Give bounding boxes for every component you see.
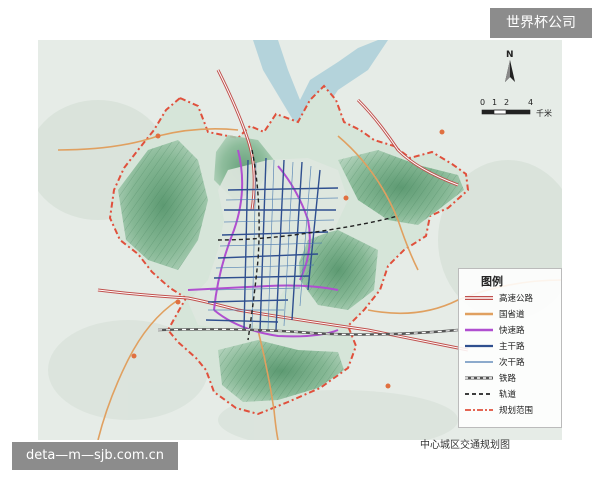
watermark-bottom-left: deta—m—sjb.com.cn [12, 442, 178, 470]
legend-label: 规划范围 [499, 406, 534, 416]
legend-item-fast-road: 快速路 [465, 323, 559, 337]
legend-item-secondary-road: 次干路 [465, 355, 559, 369]
scale-tick-4: 4 [528, 98, 534, 107]
legend-item-main-road: 主干路 [465, 339, 559, 353]
watermark-top-right: 世界杯公司 [490, 8, 592, 38]
legend-item-expressway: 高速公路 [465, 291, 559, 305]
scale-tick-0: 0 [480, 98, 486, 107]
scale-tick-2: 2 [504, 98, 510, 107]
legend-item-railway: 铁路 [465, 371, 559, 385]
legend-label: 主干路 [499, 342, 525, 352]
scale-unit: 千米 [536, 109, 552, 118]
legend-label: 铁路 [499, 374, 517, 384]
legend-label: 国省道 [499, 310, 525, 320]
legend-label: 轨道 [499, 390, 517, 400]
map-caption: 中心城区交通规划图 [420, 440, 510, 451]
map-legend: 图例 高速公路 国省道 快速路 主干路 次干路 铁路 轨道 规划范围 [458, 268, 562, 428]
legend-title: 图例 [481, 275, 503, 288]
legend-label: 快速路 [499, 326, 525, 336]
legend-item-metro: 轨道 [465, 387, 559, 401]
north-arrow-icon [505, 60, 515, 82]
scale-tick-1: 1 [492, 98, 498, 107]
legend-item-national-road: 国省道 [465, 307, 559, 321]
legend-item-planning-boundary: 规划范围 [465, 403, 559, 417]
scale-bar: 0 1 2 4 千米 [478, 98, 560, 122]
legend-label: 高速公路 [499, 294, 534, 304]
legend-label: 次干路 [499, 358, 525, 368]
